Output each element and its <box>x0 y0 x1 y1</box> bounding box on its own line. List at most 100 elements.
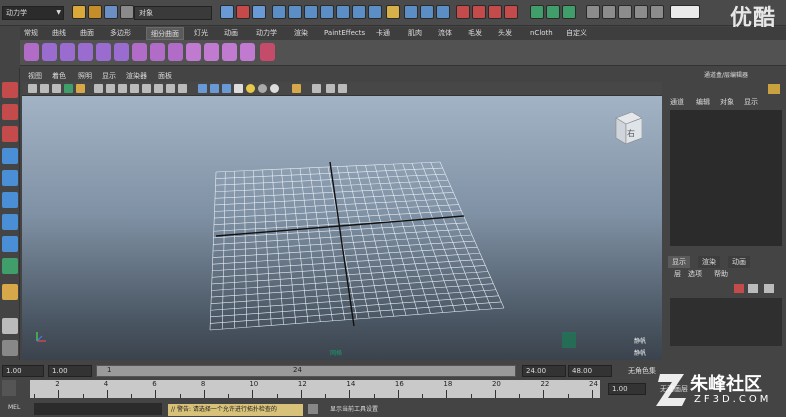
tab-painteffects[interactable]: PaintEffects <box>320 27 369 40</box>
ao-icon[interactable] <box>326 84 335 93</box>
time-slider[interactable]: 2 4 6 8 10 12 14 16 18 20 22 24 <box>30 380 600 398</box>
menu-channels[interactable]: 通道 <box>670 96 684 108</box>
subdiv-cone-icon[interactable] <box>78 43 93 61</box>
layout-options-icon[interactable] <box>2 340 18 356</box>
tab-surfaces[interactable]: 曲面 <box>76 27 98 40</box>
select-joint-icon[interactable] <box>288 5 302 19</box>
subdiv-plane-icon[interactable] <box>96 43 111 61</box>
ipr-render-icon[interactable] <box>546 5 560 19</box>
prev-key-icon[interactable] <box>2 380 16 396</box>
manipulator-tool-icon[interactable] <box>2 214 18 230</box>
motion-blur-icon[interactable] <box>338 84 347 93</box>
construction-history-icon[interactable] <box>488 5 502 19</box>
subdiv-refine-icon[interactable] <box>222 43 237 61</box>
range-bar[interactable]: 1 24 <box>96 365 516 377</box>
mel-label[interactable]: MEL <box>8 404 20 411</box>
hypershade-icon[interactable] <box>650 5 664 19</box>
select-handle-icon[interactable] <box>272 5 286 19</box>
select-dynamic-icon[interactable] <box>352 5 366 19</box>
show-manipulator-icon[interactable] <box>2 258 18 274</box>
tab-general[interactable]: 常规 <box>20 27 42 40</box>
select-surface-icon[interactable] <box>320 5 334 19</box>
menu-object[interactable]: 对象 <box>720 96 734 108</box>
command-input[interactable] <box>34 403 162 415</box>
soft-mod-tool-icon[interactable] <box>2 236 18 252</box>
textured-icon[interactable] <box>270 84 279 93</box>
new-layer-icon[interactable] <box>734 284 744 293</box>
menu-display[interactable]: 显示 <box>744 96 758 108</box>
tab-custom[interactable]: 自定义 <box>562 27 591 40</box>
tab-render-layers[interactable]: 渲染 <box>698 256 720 268</box>
layer-options-icon[interactable] <box>764 284 774 293</box>
menu-options[interactable]: 选项 <box>688 269 702 280</box>
tab-fur[interactable]: 毛发 <box>464 27 486 40</box>
paint-select-tool-icon[interactable] <box>2 126 18 142</box>
rotate-tool-icon[interactable] <box>2 170 18 186</box>
lock-selection-icon[interactable] <box>386 5 400 19</box>
channel-box-icon[interactable] <box>618 5 632 19</box>
outliner-icon[interactable] <box>634 5 648 19</box>
tab-display-layers[interactable]: 显示 <box>668 256 690 268</box>
default-lighting-icon[interactable] <box>234 84 243 93</box>
all-lights-icon[interactable] <box>246 84 255 93</box>
open-scene-icon[interactable] <box>88 5 102 19</box>
grid-toggle-icon[interactable] <box>76 84 85 93</box>
render-frame-icon[interactable] <box>530 5 544 19</box>
new-layer-selected-icon[interactable] <box>748 284 758 293</box>
menu-panels[interactable]: 面板 <box>158 70 172 82</box>
channel-box-toggle-icon[interactable] <box>768 84 780 94</box>
subdiv-cylinder-icon[interactable] <box>60 43 75 61</box>
start-time-field[interactable]: 1.00 <box>2 365 44 377</box>
mode-selector[interactable]: 动力学 ▼ <box>2 6 64 20</box>
camera-attributes-icon[interactable] <box>40 84 49 93</box>
high-quality-icon[interactable] <box>312 84 321 93</box>
tab-rendering[interactable]: 渲染 <box>290 27 312 40</box>
subdiv-cube-icon[interactable] <box>42 43 57 61</box>
isolate-select-icon[interactable] <box>166 84 175 93</box>
shadows-icon[interactable] <box>258 84 267 93</box>
range-start-field[interactable]: 1.00 <box>48 365 92 377</box>
object-mode-icon[interactable] <box>236 5 250 19</box>
gate-mask-icon[interactable] <box>118 84 127 93</box>
selection-mode-field[interactable]: 对象 <box>134 6 212 20</box>
menu-help[interactable]: 帮助 <box>714 269 728 280</box>
selection-mask-icon[interactable] <box>120 5 134 19</box>
move-tool-icon[interactable] <box>2 148 18 164</box>
snap-curve-icon[interactable] <box>420 5 434 19</box>
tab-curves[interactable]: 曲线 <box>48 27 70 40</box>
subdiv-mirror-icon[interactable] <box>132 43 147 61</box>
attribute-editor-icon[interactable] <box>586 5 600 19</box>
tab-anim-layers[interactable]: 动画 <box>728 256 750 268</box>
tab-animation[interactable]: 动画 <box>220 27 242 40</box>
subdiv-standard-mode-icon[interactable] <box>204 43 219 61</box>
save-scene-icon[interactable] <box>104 5 118 19</box>
resolution-gate-icon[interactable] <box>106 84 115 93</box>
menu-edit[interactable]: 编辑 <box>696 96 710 108</box>
current-time-field[interactable]: 1.00 <box>608 383 646 395</box>
subdiv-attach-icon[interactable] <box>150 43 165 61</box>
end-time-field[interactable]: 48.00 <box>568 365 612 377</box>
select-camera-icon[interactable] <box>28 84 37 93</box>
select-curve-icon[interactable] <box>304 5 318 19</box>
character-set-menu[interactable]: 无角色集 <box>628 366 656 376</box>
tab-dynamics[interactable]: 动力学 <box>252 27 281 40</box>
tab-hair[interactable]: 头发 <box>494 27 516 40</box>
menu-view[interactable]: 视图 <box>28 70 42 82</box>
menu-layers[interactable]: 层 <box>674 269 681 280</box>
menu-shading[interactable]: 着色 <box>52 70 66 82</box>
new-scene-icon[interactable] <box>72 5 86 19</box>
subdiv-sphere-icon[interactable] <box>24 43 39 61</box>
field-chart-icon[interactable] <box>130 84 139 93</box>
subdiv-torus-icon[interactable] <box>114 43 129 61</box>
subdiv-poly-mode-icon[interactable] <box>186 43 201 61</box>
component-mode-icon[interactable] <box>252 5 266 19</box>
tab-fluids[interactable]: 流体 <box>434 27 456 40</box>
menu-lighting[interactable]: 照明 <box>78 70 92 82</box>
last-tool-icon[interactable] <box>2 284 18 300</box>
magnet-icon[interactable] <box>504 5 518 19</box>
select-render-icon[interactable] <box>368 5 382 19</box>
wireframe-on-shaded-icon[interactable] <box>222 84 231 93</box>
range-end-field[interactable]: 24.00 <box>522 365 566 377</box>
subdiv-collapse-icon[interactable] <box>240 43 255 61</box>
menu-renderer[interactable]: 渲染器 <box>126 70 147 82</box>
